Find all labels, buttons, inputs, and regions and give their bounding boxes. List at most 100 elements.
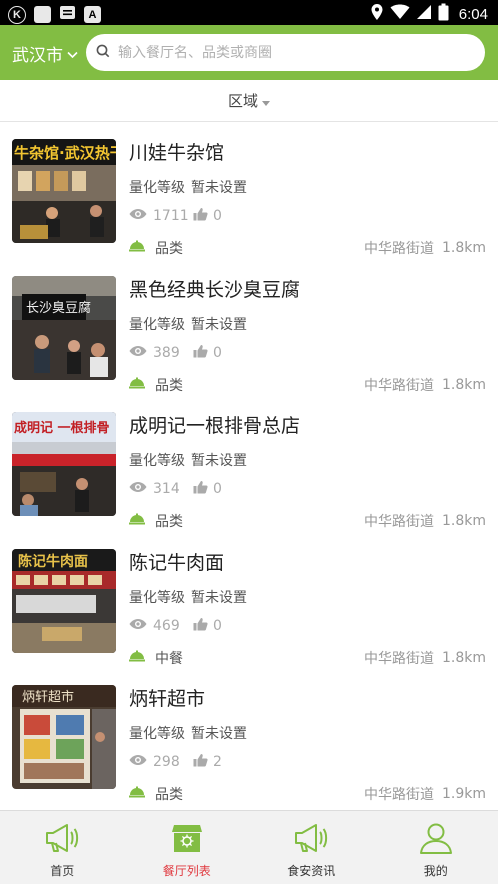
- food-cloche-icon: [129, 650, 145, 666]
- restaurant-category: 品类: [155, 241, 183, 257]
- restaurant-list-item[interactable]: 长沙臭豆腐 黑色经典长沙臭豆腐 量化等级暂未设置 389 0 品类 中华路街道: [0, 259, 498, 396]
- restaurant-distance: 1.8km: [441, 376, 486, 393]
- view-count: 314: [153, 481, 180, 498]
- food-cloche-icon: [129, 786, 145, 802]
- like-count: 2: [213, 754, 222, 771]
- eye-icon: [129, 481, 147, 497]
- like-count: 0: [213, 208, 222, 224]
- rating-label: 量化等级: [129, 589, 185, 606]
- storefront-icon: [171, 822, 203, 858]
- status-left-icons: K A: [8, 4, 101, 25]
- restaurant-meta: 品类 中华路街道 1.8km: [129, 238, 486, 258]
- food-cloche-icon: [129, 513, 145, 529]
- location-icon: [370, 3, 384, 25]
- restaurant-distance: 1.8km: [441, 513, 486, 530]
- restaurant-category: 品类: [155, 377, 183, 394]
- like-count: 0: [213, 481, 222, 498]
- tab-food-safety-news[interactable]: 食安资讯: [249, 811, 374, 884]
- rating-label: 量化等级: [129, 453, 185, 470]
- hygiene-rating: 量化等级 暂未设置: [129, 177, 247, 197]
- view-count: 298: [153, 754, 180, 771]
- thumbs-up-icon: [193, 207, 208, 225]
- like-count: 0: [213, 617, 222, 634]
- food-cloche-icon: [129, 240, 145, 256]
- eye-icon: [129, 208, 147, 224]
- restaurant-list[interactable]: 牛杂馆·武汉热干面 川娃牛杂馆 量化等级暂未设置 1711 0: [0, 122, 498, 810]
- status-right-icons: 6:04: [370, 3, 488, 25]
- tab-restaurant-list[interactable]: 餐厅列表: [125, 811, 250, 884]
- tab-label: 餐厅列表: [162, 864, 211, 878]
- eye-icon: [129, 618, 147, 634]
- restaurant-stats: 298 2: [129, 753, 222, 771]
- area-filter[interactable]: 区域: [0, 80, 498, 122]
- restaurant-location: 中华路街道: [363, 650, 434, 667]
- restaurant-photo: 牛杂馆·武汉热干面: [12, 139, 116, 243]
- hygiene-rating: 量化等级 暂未设置: [129, 587, 247, 607]
- status-time: 6:04: [458, 5, 488, 23]
- restaurant-meta: 中餐 中华路街道 1.8km: [129, 648, 486, 668]
- restaurant-stats: 1711 0: [129, 207, 222, 225]
- city-selector[interactable]: 武汉市: [12, 41, 78, 66]
- rating-value: 暂未设置: [191, 180, 247, 196]
- restaurant-stats: 469 0: [129, 617, 222, 635]
- rating-value: 暂未设置: [191, 316, 247, 333]
- view-count: 1711: [153, 208, 189, 224]
- message-icon: [59, 4, 76, 25]
- rating-label: 量化等级: [129, 180, 185, 196]
- caret-down-icon: [262, 91, 270, 110]
- a-icon: A: [84, 6, 101, 23]
- restaurant-list-item[interactable]: 牛杂馆·武汉热干面 川娃牛杂馆 量化等级暂未设置 1711 0: [0, 122, 498, 259]
- search-input[interactable]: [118, 44, 485, 61]
- restaurant-meta: 品类 中华路街道 1.8km: [129, 511, 486, 531]
- restaurant-distance: 1.8km: [441, 649, 486, 666]
- search-icon: [96, 43, 110, 62]
- megaphone-icon: [44, 822, 80, 858]
- tab-label: 食安资讯: [287, 864, 336, 878]
- restaurant-name: 黑色经典长沙臭豆腐: [129, 278, 301, 301]
- view-count: 469: [153, 617, 180, 634]
- rating-value: 暂未设置: [191, 726, 247, 743]
- photo-sign-text: 成明记 一根排骨: [14, 420, 110, 436]
- restaurant-meta: 品类 中华路街道 1.8km: [129, 375, 486, 395]
- app-header: 武汉市: [0, 25, 498, 80]
- restaurant-distance: 1.8km: [441, 240, 486, 256]
- thumbs-up-icon: [193, 344, 208, 362]
- restaurant-location: 中华路街道: [363, 787, 434, 804]
- megaphone-icon: [293, 822, 329, 858]
- food-cloche-icon: [129, 377, 145, 393]
- restaurant-distance: 1.9km: [441, 786, 486, 803]
- tab-profile[interactable]: 我的: [374, 811, 498, 884]
- restaurant-list-item[interactable]: 炳轩超市 炳轩超市 量化等级 暂未设置 298 2 品类 中华路街道 1.9km: [0, 668, 498, 805]
- like-count: 0: [213, 344, 222, 361]
- hygiene-rating: 量化等级 暂未设置: [129, 314, 247, 334]
- photo-sign-text: 牛杂馆·武汉热干面: [14, 144, 116, 162]
- tab-label: 我的: [423, 864, 448, 878]
- photo-sign-text: 长沙臭豆腐: [26, 301, 91, 316]
- restaurant-category: 品类: [155, 787, 183, 804]
- search-box[interactable]: [86, 34, 485, 71]
- battery-icon: [438, 3, 449, 25]
- wifi-icon: [390, 4, 410, 24]
- restaurant-photo: 炳轩超市: [12, 685, 116, 790]
- eye-icon: [129, 754, 147, 770]
- rating-value: 暂未设置: [191, 589, 247, 606]
- restaurant-list-item[interactable]: 陈记牛肉面 陈记牛肉面 量化等级 暂未设置 469 0 中餐 中华路街道 1.8…: [0, 532, 498, 669]
- restaurant-photo: 成明记 一根排骨: [12, 412, 116, 517]
- signal-icon: [416, 4, 432, 24]
- tab-label: 首页: [50, 864, 75, 878]
- chevron-down-icon: [67, 44, 78, 64]
- tab-home[interactable]: 首页: [0, 811, 125, 884]
- rating-value: 暂未设置: [191, 453, 247, 470]
- status-bar: K A 6:04: [0, 0, 498, 25]
- restaurant-location: 中华路街道: [363, 241, 434, 257]
- hygiene-rating: 量化等级 暂未设置: [129, 723, 247, 743]
- restaurant-list-item[interactable]: 成明记 一根排骨 成明记一根排骨总店 量化等级 暂未设置 314 0 品类 中华…: [0, 395, 498, 532]
- rating-label: 量化等级: [129, 316, 185, 333]
- user-icon: [419, 822, 453, 858]
- photo-sign-text: 陈记牛肉面: [18, 553, 88, 570]
- thumbs-up-icon: [193, 480, 208, 498]
- restaurant-name: 炳轩超市: [129, 688, 206, 711]
- thumbs-up-icon: [193, 617, 208, 635]
- restaurant-name: 成明记一根排骨总店: [129, 415, 301, 438]
- area-filter-label: 区域: [227, 92, 258, 110]
